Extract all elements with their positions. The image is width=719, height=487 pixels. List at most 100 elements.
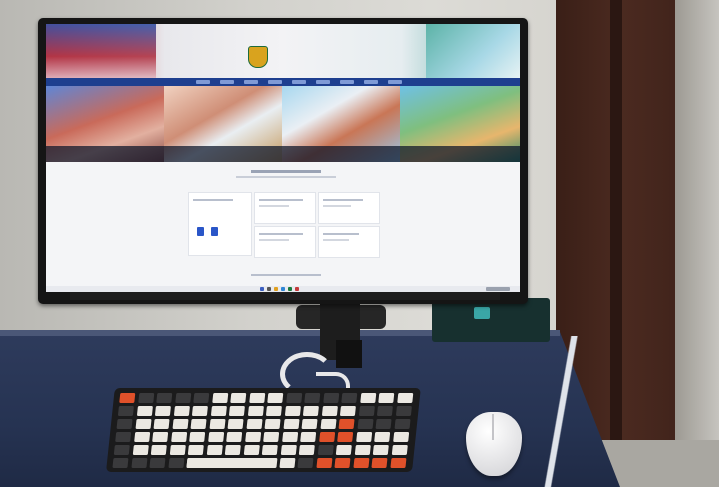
keyboard-key[interactable] [263,432,280,442]
keyboard-key[interactable] [156,393,173,403]
keyboard-key[interactable] [261,445,278,455]
keyboard-key[interactable] [280,445,297,455]
keyboard-key[interactable] [335,445,352,455]
keyboard-key[interactable] [154,406,171,416]
keyboard-key[interactable] [338,419,355,429]
keyboard-key[interactable] [298,445,315,455]
keyboard-key[interactable] [378,393,395,403]
keyboard-key[interactable] [334,458,351,468]
search-icon[interactable] [267,287,271,291]
keyboard-key[interactable] [169,445,186,455]
keyboard-key[interactable] [244,432,261,442]
keyboard-key[interactable] [116,419,133,429]
nav-item[interactable] [388,80,402,84]
keyboard-key[interactable] [354,445,371,455]
keyboard-key[interactable] [265,406,282,416]
service-card[interactable] [254,192,316,224]
keyboard-key[interactable] [352,458,369,468]
keyboard-key[interactable] [285,393,302,403]
keyboard-key[interactable] [297,458,314,468]
keyboard-key[interactable] [375,419,392,429]
keyboard-key[interactable] [137,393,154,403]
news-banner[interactable] [164,86,282,162]
nav-item[interactable] [196,80,210,84]
nav-item[interactable] [244,80,258,84]
app-icon[interactable] [197,227,204,236]
keyboard-key[interactable] [246,419,263,429]
service-card[interactable] [318,192,380,224]
keyboard-key[interactable] [211,393,228,403]
keyboard-key[interactable] [374,432,391,442]
keyboard-key[interactable] [224,445,241,455]
news-banner[interactable] [46,86,164,162]
keyboard-key[interactable] [357,419,374,429]
keyboard-key[interactable] [317,445,334,455]
keyboard-key[interactable] [267,393,284,403]
keyboard-key[interactable] [321,406,338,416]
keyboard-key[interactable] [150,445,167,455]
keyboard-key[interactable] [284,406,301,416]
app-icon[interactable] [211,227,218,236]
keyboard-key[interactable] [135,419,152,429]
start-icon[interactable] [260,287,264,291]
app-icon[interactable] [288,287,292,291]
keyboard-key[interactable] [228,406,245,416]
keyboard-key[interactable] [136,406,153,416]
keyboard-key[interactable] [207,432,224,442]
keyboard-key[interactable] [243,445,260,455]
nav-item[interactable] [340,80,354,84]
keyboard-key[interactable] [153,419,170,429]
keyboard-key[interactable] [372,445,389,455]
keyboard-key[interactable] [320,419,337,429]
keyboard-key[interactable] [355,432,372,442]
system-tray[interactable] [486,287,510,291]
keyboard-key[interactable] [230,393,247,403]
keyboard-key[interactable] [210,406,227,416]
keyboard-key[interactable] [133,432,150,442]
keyboard-key[interactable] [189,432,206,442]
keyboard-key[interactable] [302,406,319,416]
app-icon[interactable] [295,287,299,291]
keyboard-key[interactable] [247,406,264,416]
keyboard-key[interactable] [318,432,335,442]
keyboard-key[interactable] [172,419,189,429]
keyboard-key[interactable] [115,432,132,442]
nav-item[interactable] [220,80,234,84]
service-card[interactable] [318,226,380,258]
keyboard-key[interactable] [248,393,265,403]
keyboard-key[interactable] [174,393,191,403]
nav-item[interactable] [316,80,330,84]
keyboard-key[interactable] [152,432,169,442]
keyboard-key[interactable] [227,419,244,429]
monitor-screen[interactable] [46,24,520,292]
keyboard-key[interactable] [170,432,187,442]
keyboard-key[interactable] [301,419,318,429]
news-banner[interactable] [400,86,520,162]
keyboard-key[interactable] [119,393,136,403]
crest-icon[interactable] [248,46,268,68]
space-bar[interactable] [186,458,278,468]
service-card[interactable] [254,226,316,258]
keyboard-key[interactable] [396,393,413,403]
keyboard-key[interactable] [376,406,393,416]
keyboard-key[interactable] [112,458,129,468]
keyboard-key[interactable] [117,406,134,416]
keyboard-key[interactable] [190,419,207,429]
service-card[interactable] [188,192,252,256]
keyboard-key[interactable] [339,406,356,416]
folder-icon[interactable] [274,287,278,291]
keyboard-key[interactable] [358,406,375,416]
keyboard-key[interactable] [283,419,300,429]
keyboard-key[interactable] [206,445,223,455]
keyboard-key[interactable] [191,406,208,416]
keyboard-key[interactable] [209,419,226,429]
keyboard-key[interactable] [113,445,130,455]
keyboard-key[interactable] [149,458,166,468]
keyboard-key[interactable] [359,393,376,403]
keyboard-key[interactable] [187,445,204,455]
keyboard-key[interactable] [392,432,409,442]
keyboard-key[interactable] [278,458,295,468]
keyboard-key[interactable] [193,393,210,403]
keyboard-key[interactable] [304,393,321,403]
keyboard-key[interactable] [391,445,408,455]
